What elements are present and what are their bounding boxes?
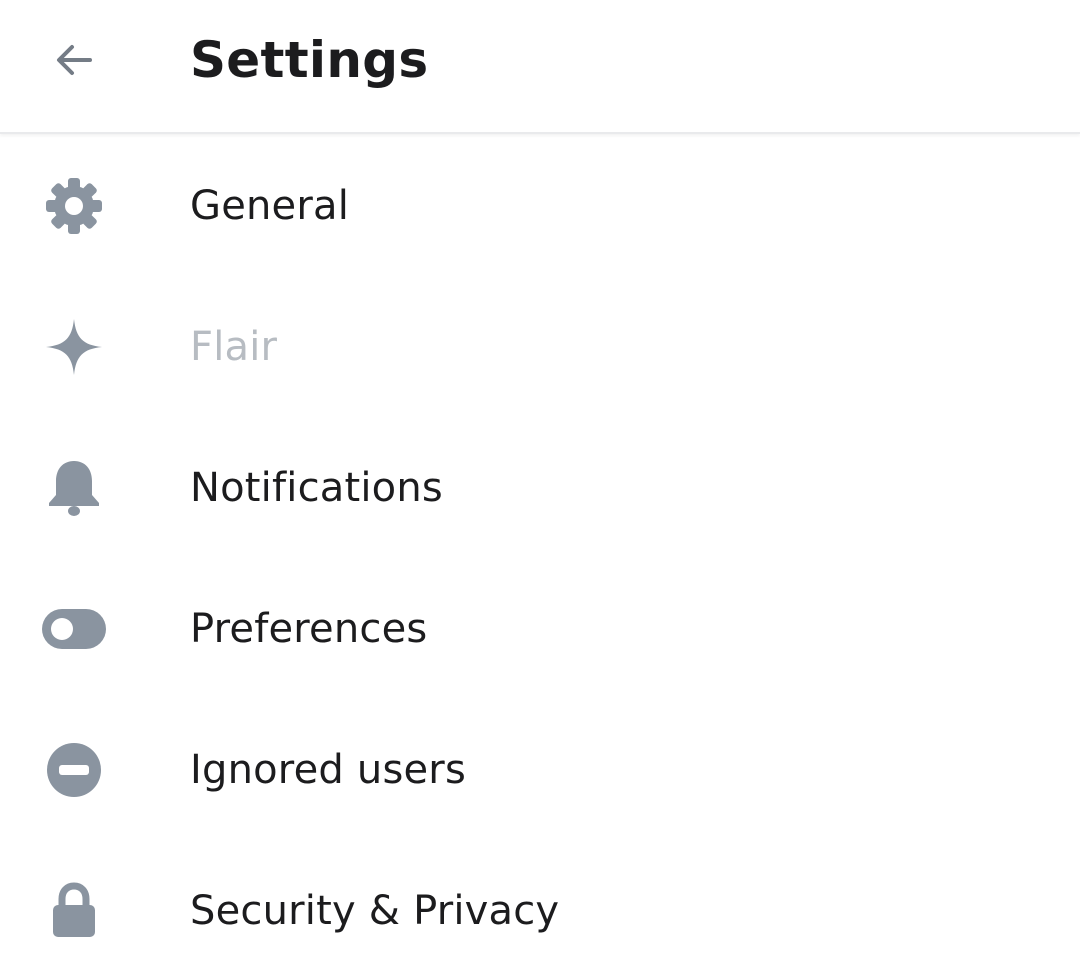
bell-icon [40, 454, 108, 522]
settings-item-flair[interactable]: Flair [0, 275, 1080, 416]
settings-item-ignored-users[interactable]: Ignored users [0, 698, 1080, 839]
block-icon [40, 736, 108, 804]
settings-list: General Flair Notifications Preferences … [0, 134, 1080, 963]
settings-item-label: Preferences [190, 606, 428, 652]
lock-icon [40, 877, 108, 945]
arrow-left-icon [57, 45, 92, 75]
settings-item-label: Security & Privacy [190, 888, 560, 934]
settings-item-label: General [190, 183, 350, 229]
settings-item-preferences[interactable]: Preferences [0, 557, 1080, 698]
app-header: Settings [0, 0, 1080, 134]
gear-icon [40, 172, 108, 240]
settings-item-label: Flair [190, 324, 278, 370]
sparkle-icon [40, 313, 108, 381]
settings-item-security-privacy[interactable]: Security & Privacy [0, 839, 1080, 963]
back-button[interactable] [44, 30, 104, 90]
toggle-icon [40, 595, 108, 663]
settings-item-label: Ignored users [190, 747, 466, 793]
settings-item-general[interactable]: General [0, 134, 1080, 275]
page-title: Settings [190, 31, 429, 89]
settings-item-notifications[interactable]: Notifications [0, 416, 1080, 557]
settings-item-label: Notifications [190, 465, 443, 511]
